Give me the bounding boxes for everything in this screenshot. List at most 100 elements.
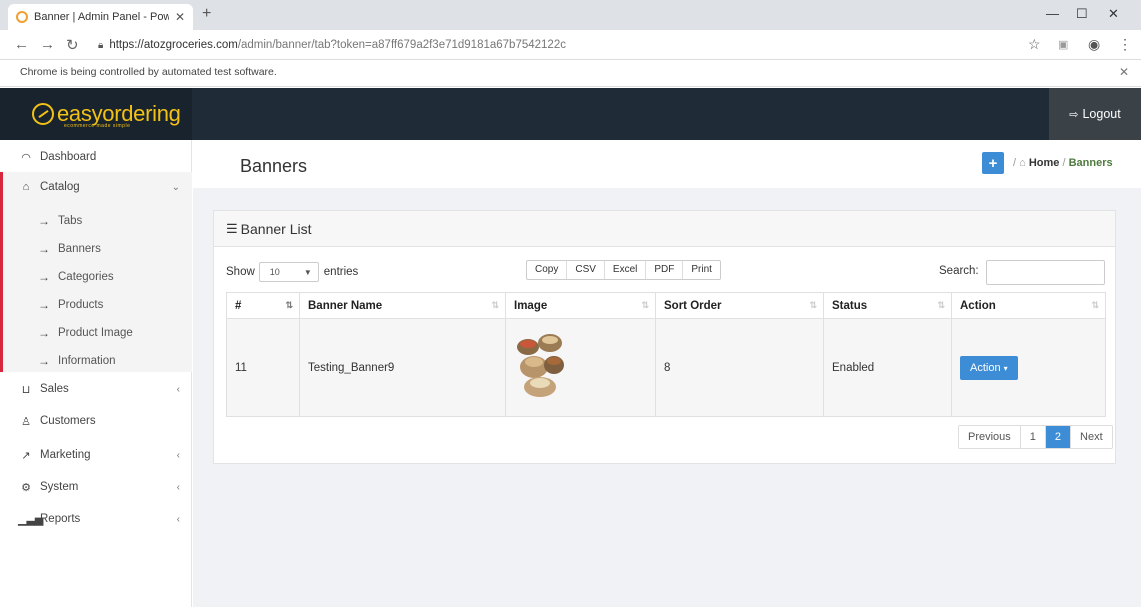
brand-logo[interactable]: easyordering ecommerce made simple: [0, 88, 192, 140]
copy-button[interactable]: Copy: [527, 261, 568, 279]
logo-tagline: ecommerce made simple: [64, 123, 131, 129]
column-header-sort-order[interactable]: Sort Order ⇅: [655, 292, 824, 319]
sidebar-subitem-tabs[interactable]: → Tabs: [3, 207, 195, 235]
new-tab-icon[interactable]: +: [202, 5, 211, 23]
list-icon: ☰: [226, 220, 238, 236]
pagination: Previous 1 2 Next: [958, 425, 1113, 449]
maximize-window-icon[interactable]: ☐: [1076, 6, 1088, 22]
column-header-action[interactable]: Action ⇅: [951, 292, 1106, 319]
browser-tab-strip: Banner | Admin Panel - Powered ✕ + — ☐ ✕: [0, 0, 1141, 30]
sidebar-subitem-products[interactable]: → Products: [3, 291, 195, 319]
pagination-page-1[interactable]: 1: [1020, 426, 1046, 448]
sidebar-subitem-banners[interactable]: → Banners: [3, 235, 195, 263]
caret-down-icon: ▾: [1003, 363, 1008, 373]
cart-icon: ⊔: [21, 383, 31, 396]
search-label: Search:: [939, 265, 979, 277]
column-header-image[interactable]: Image ⇅: [505, 292, 656, 319]
pdf-button[interactable]: PDF: [646, 261, 684, 279]
page-title: Banners: [240, 156, 308, 176]
column-header-id[interactable]: # ⇅: [226, 292, 300, 319]
print-button[interactable]: Print: [683, 261, 720, 279]
sidebar-item-label: Customers: [40, 415, 96, 427]
cell-status: Enabled: [823, 318, 952, 417]
column-header-status[interactable]: Status ⇅: [823, 292, 952, 319]
sort-icon: ⇅: [641, 300, 649, 310]
sidebar-item-label: System: [40, 481, 79, 493]
browser-menu-icon[interactable]: ⋮: [1118, 36, 1132, 53]
csv-button[interactable]: CSV: [567, 261, 605, 279]
catalog-menu-expanded: ⌂ Catalog ⌄ → Tabs → Banners → Categorie…: [0, 172, 192, 372]
address-bar[interactable]: 🔒︎ https://atozgroceries.com/admin/banne…: [98, 34, 978, 56]
banner-list-card: ☰ Banner List Show 10 ▼ entries Copy CSV…: [213, 210, 1116, 464]
sidebar-item-marketing[interactable]: ↗ Marketing ‹: [0, 440, 192, 470]
bar-chart-icon: ▁▃▅: [18, 513, 44, 526]
entries-select-value: 10: [269, 267, 280, 277]
sidebar-subitem-label: Categories: [58, 271, 114, 283]
chevron-left-icon: ‹: [176, 481, 180, 493]
bookmark-star-icon[interactable]: ☆: [1028, 36, 1041, 53]
browser-tab[interactable]: Banner | Admin Panel - Powered ✕: [8, 4, 193, 30]
sidebar-item-system[interactable]: ⚙ System ‹: [0, 472, 192, 502]
banner-thumbnail-image: [517, 334, 564, 397]
logout-label: Logout: [1082, 107, 1121, 121]
cell-id: 11: [226, 318, 300, 417]
site-favicon-icon: [16, 11, 28, 23]
logout-icon: ⇨: [1069, 108, 1079, 121]
sidebar-subitem-information[interactable]: → Information: [3, 347, 195, 375]
add-banner-button[interactable]: +: [982, 152, 1004, 174]
sort-icon: ⇅: [937, 300, 945, 310]
sidebar-item-sales[interactable]: ⊔ Sales ‹: [0, 374, 192, 404]
sidebar-item-label: Marketing: [40, 449, 91, 461]
share-icon: ↗: [21, 449, 31, 462]
arrow-right-icon: →: [38, 354, 50, 368]
card-header: ☰ Banner List: [214, 211, 1115, 247]
dashboard-icon: ◠: [21, 151, 31, 164]
logout-button[interactable]: ⇨ Logout: [1049, 88, 1141, 140]
arrow-right-icon: →: [38, 270, 50, 284]
sidebar-item-label: Dashboard: [40, 151, 97, 163]
profile-icon[interactable]: ◉: [1088, 36, 1100, 53]
excel-button[interactable]: Excel: [605, 261, 647, 279]
sidebar-subitem-product-image[interactable]: → Product Image: [3, 319, 195, 347]
browser-tab-title: Banner | Admin Panel - Powered: [34, 11, 169, 23]
close-infobar-icon[interactable]: ✕: [1119, 65, 1129, 79]
chevron-left-icon: ‹: [176, 449, 180, 461]
card-title: Banner List: [240, 220, 312, 237]
show-label: Show: [226, 266, 255, 278]
sort-icon: ⇅: [809, 300, 817, 310]
extension-icon[interactable]: ▣: [1058, 38, 1068, 51]
breadcrumb-home[interactable]: Home: [1029, 157, 1060, 169]
action-dropdown-button[interactable]: Action ▾: [960, 355, 1018, 380]
sidebar-subitem-categories[interactable]: → Categories: [3, 263, 195, 291]
pagination-previous[interactable]: Previous: [959, 426, 1021, 448]
lock-icon: 🔒︎: [98, 39, 104, 51]
search-input[interactable]: [986, 260, 1105, 285]
sidebar-subitem-label: Banners: [58, 243, 101, 255]
sidebar-item-reports[interactable]: ▁▃▅ Reports ‹: [0, 504, 192, 534]
sidebar-item-dashboard[interactable]: ◠ Dashboard: [0, 142, 192, 172]
back-icon[interactable]: ←: [14, 36, 29, 53]
entries-select[interactable]: 10 ▼: [258, 262, 319, 282]
forward-icon[interactable]: →: [40, 36, 55, 53]
sort-asc-icon: ⇅: [285, 300, 293, 310]
pagination-next[interactable]: Next: [1071, 426, 1112, 448]
user-icon: ♙: [21, 415, 31, 428]
pagination-page-2[interactable]: 2: [1045, 426, 1072, 448]
close-window-icon[interactable]: ✕: [1108, 6, 1119, 22]
chevron-left-icon: ‹: [176, 513, 180, 525]
main-content: Banners + / ⌂ Home / Banners ☰ Banner Li…: [193, 140, 1141, 607]
cell-action: Action ▾: [951, 318, 1106, 417]
close-tab-icon[interactable]: ✕: [175, 10, 185, 24]
reload-icon[interactable]: ↻: [66, 36, 79, 54]
export-buttons: Copy CSV Excel PDF Print: [526, 260, 721, 280]
sidebar-item-customers[interactable]: ♙ Customers: [0, 406, 192, 436]
url-path: /admin/banner/tab?token=a87ff679a2f3e71d…: [237, 39, 566, 51]
table-header-row: # ⇅ Banner Name ⇅ Image ⇅ Sort Order ⇅ Statu…: [226, 292, 1106, 319]
cell-banner-name: Testing_Banner9: [299, 318, 506, 417]
page-header: Banners + / ⌂ Home / Banners: [193, 140, 1141, 188]
minimize-window-icon[interactable]: —: [1046, 6, 1059, 21]
sidebar-item-label: Reports: [40, 513, 81, 525]
sidebar-item-catalog[interactable]: ⌂ Catalog ⌄: [3, 172, 195, 202]
tag-icon: ⌂: [22, 181, 30, 193]
column-header-banner-name[interactable]: Banner Name ⇅: [299, 292, 506, 319]
